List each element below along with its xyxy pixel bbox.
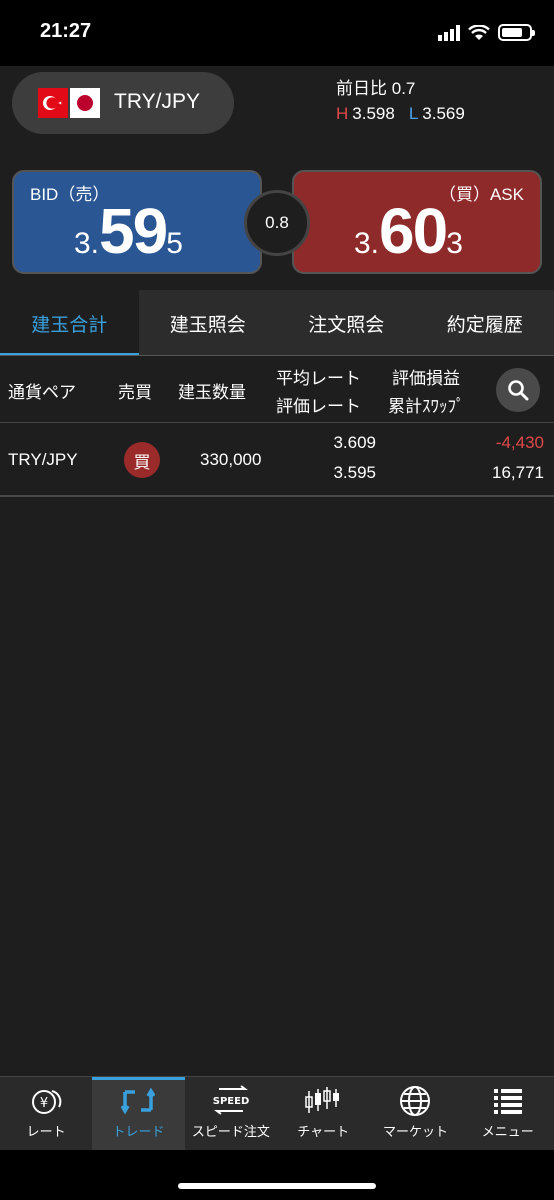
table-row[interactable]: TRY/JPY 買 330,000 3.609 3.595 -4,430 16,…: [0, 423, 554, 497]
home-area: [0, 1150, 554, 1200]
nav-market-label: マーケット: [382, 1125, 448, 1140]
row-pair: TRY/JPY: [8, 450, 78, 469]
high-label: H: [336, 104, 349, 123]
status-bar: 21:27: [0, 0, 554, 66]
status-icons: [438, 24, 535, 41]
ask-buy-button[interactable]: （買）ASK 3. 60 3: [292, 170, 542, 274]
turkey-flag-icon: [38, 88, 68, 118]
ask-price-big: 60: [379, 195, 448, 267]
low-value: 3.569: [422, 104, 465, 123]
header-pair: 通貨ペア: [8, 383, 76, 403]
low-label: L: [408, 104, 419, 123]
row-side-badge: 買: [124, 442, 160, 478]
nav-menu-label: メニュー: [481, 1125, 534, 1140]
row-avg-rate: 3.609: [333, 433, 376, 452]
bottom-nav: ¥ レート トレード SPEED スピード注文 チャート マーケット メニュー: [0, 1076, 554, 1150]
search-button[interactable]: [496, 368, 540, 412]
japan-flag-icon: [70, 88, 100, 118]
header-total-swap: 累計ｽﾜｯﾌﾟ: [388, 397, 465, 417]
nav-market[interactable]: マーケット: [369, 1077, 461, 1150]
prev-change-value: 0.7: [391, 79, 416, 98]
table-header: 通貨ペア 売買 建玉数量 平均レート 評価レート 評価損益 累計ｽﾜｯﾌﾟ: [0, 356, 554, 424]
header-qty: 建玉数量: [178, 383, 246, 403]
row-eval-rate: 3.595: [333, 463, 376, 482]
nav-rate-label: レート: [26, 1125, 66, 1140]
nav-chart-label: チャート: [297, 1125, 350, 1140]
prev-change-label: 前日比: [336, 79, 387, 98]
bid-price: 3. 59 5: [74, 194, 183, 268]
search-icon: [508, 380, 529, 401]
rate-yen-icon: ¥: [32, 1090, 62, 1114]
menu-list-icon: [493, 1089, 522, 1114]
battery-icon: [498, 24, 535, 41]
nav-rate[interactable]: ¥ レート: [0, 1077, 92, 1150]
bid-price-big: 59: [99, 195, 168, 267]
ask-price-prefix: 3.: [354, 227, 380, 260]
row-total-swap: 16,771: [492, 463, 544, 482]
pair-name: TRY/JPY: [114, 90, 200, 113]
ask-price-suffix: 3: [446, 227, 463, 260]
candlestick-chart-icon: [305, 1087, 340, 1113]
high-low: H 3.598 L 3.569: [336, 104, 465, 124]
ask-price: 3. 60 3: [354, 194, 463, 268]
bid-price-prefix: 3.: [74, 227, 100, 260]
row-qty: 330,000: [200, 450, 262, 469]
speed-order-icon: SPEED: [213, 1085, 250, 1115]
nav-speed-order-label: スピード注文: [191, 1125, 270, 1140]
bid-price-suffix: 5: [166, 227, 183, 260]
trade-screen: TRY/JPY 前日比 0.7 H 3.598 L 3.569 BID（売） 3…: [0, 66, 554, 1076]
trade-icon: [121, 1087, 156, 1115]
header-eval-rate: 評価レート: [276, 397, 361, 417]
tab-position-total[interactable]: 建玉合計: [0, 290, 139, 356]
nav-trade-label: トレード: [112, 1125, 165, 1140]
globe-icon: [400, 1086, 431, 1116]
nav-chart[interactable]: チャート: [277, 1077, 369, 1150]
row-eval-pl: -4,430: [495, 433, 544, 452]
tab-execution-history[interactable]: 約定履歴: [416, 290, 554, 356]
nav-menu[interactable]: メニュー: [462, 1077, 554, 1150]
spread-badge: 0.8: [244, 190, 310, 256]
header-side: 売買: [118, 383, 152, 403]
nav-trade[interactable]: トレード: [92, 1077, 185, 1150]
status-time: 21:27: [40, 20, 92, 42]
nav-speed-order[interactable]: SPEED スピード注文: [185, 1077, 277, 1150]
high-value: 3.598: [352, 104, 395, 123]
tab-position-inquiry[interactable]: 建玉照会: [139, 290, 278, 356]
header-eval-pl: 評価損益: [392, 369, 460, 389]
prev-day-change: 前日比 0.7: [336, 74, 415, 99]
svg-text:SPEED: SPEED: [213, 1096, 250, 1107]
bid-sell-button[interactable]: BID（売） 3. 59 5: [12, 170, 262, 274]
wifi-icon: [468, 24, 490, 40]
currency-pair-selector[interactable]: TRY/JPY: [12, 72, 234, 134]
svg-text:¥: ¥: [40, 1096, 48, 1111]
tab-order-inquiry[interactable]: 注文照会: [277, 290, 416, 356]
home-indicator[interactable]: [178, 1183, 376, 1189]
position-tabs: 建玉合計 建玉照会 注文照会 約定履歴: [0, 290, 554, 356]
cellular-signal-icon: [438, 24, 460, 41]
header-avg-rate: 平均レート: [276, 369, 361, 389]
